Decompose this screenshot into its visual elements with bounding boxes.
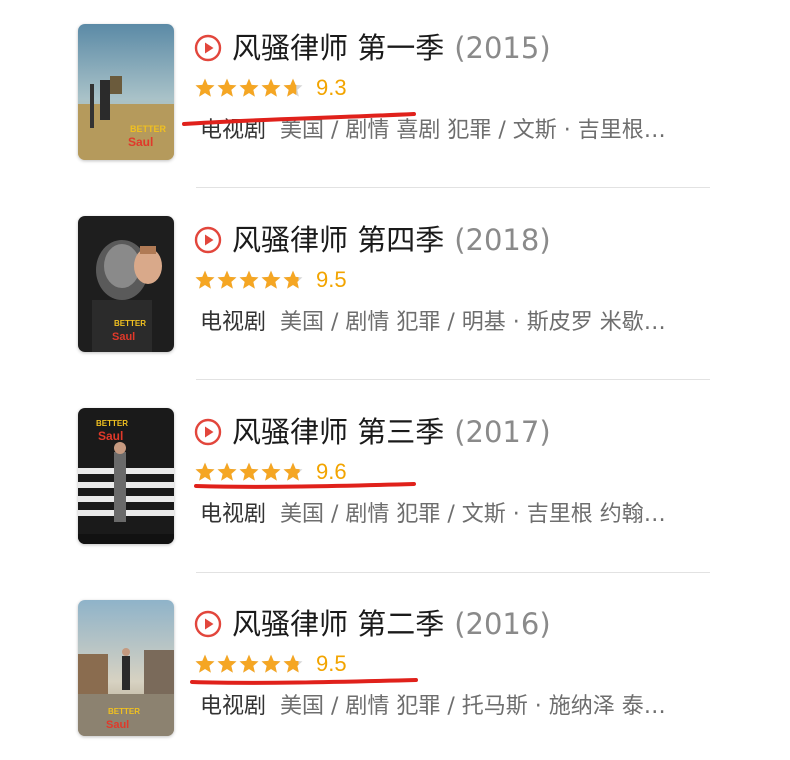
svg-text:Saul: Saul — [98, 429, 123, 443]
item-meta: 电视剧 美国 / 剧情 喜剧 犯罪 / 文斯 · 吉里根… — [200, 116, 666, 146]
item-type: 电视剧 — [200, 310, 267, 335]
star-icon — [261, 462, 281, 481]
star-icon — [195, 462, 215, 481]
star-rating — [194, 461, 304, 483]
title-year: (2018) — [454, 223, 551, 257]
poster-image[interactable]: BETTER Saul — [78, 216, 174, 352]
title-text[interactable]: 风骚律师 第一季 — [232, 31, 444, 65]
star-icon — [195, 78, 215, 97]
svg-text:Saul: Saul — [128, 135, 153, 149]
star-rating — [194, 653, 304, 675]
play-icon[interactable] — [194, 418, 222, 446]
poster-image[interactable]: BETTER Saul — [78, 24, 174, 160]
star-icon — [239, 270, 259, 289]
item-meta: 电视剧 美国 / 剧情 犯罪 / 文斯 · 吉里根 约翰… — [200, 500, 666, 530]
item-meta: 电视剧 美国 / 剧情 犯罪 / 托马斯 · 施纳泽 泰… — [200, 692, 666, 722]
play-icon[interactable] — [194, 610, 222, 638]
star-rating — [194, 77, 304, 99]
star-icon — [195, 654, 215, 673]
title-year: (2017) — [454, 415, 551, 449]
poster-season4-image: BETTER Saul — [78, 216, 174, 352]
star-icon — [261, 270, 281, 289]
divider — [196, 187, 710, 188]
item-title[interactable]: 风骚律师 第一季 (2015) — [232, 28, 551, 68]
star-icon — [283, 462, 303, 481]
svg-text:BETTER: BETTER — [114, 319, 146, 328]
list-item[interactable]: BETTER Saul 风骚律师 第三季 (2017) 9.6 电视剧 美国 / 剧… — [0, 408, 790, 568]
star-icon — [283, 654, 303, 673]
item-meta: 电视剧 美国 / 剧情 犯罪 / 明基 · 斯皮罗 米歇… — [200, 308, 666, 338]
svg-text:BETTER: BETTER — [130, 124, 167, 134]
title-text[interactable]: 风骚律师 第四季 — [232, 223, 444, 257]
list-item[interactable]: BETTER Saul 风骚律师 第一季 (2015) 9.3 电视剧 美国 / 剧… — [0, 24, 790, 184]
title-text[interactable]: 风骚律师 第二季 — [232, 607, 444, 641]
rating: 9.5 — [194, 264, 347, 296]
rating: 9.5 — [194, 648, 347, 680]
title-text[interactable]: 风骚律师 第三季 — [232, 415, 444, 449]
item-title[interactable]: 风骚律师 第三季 (2017) — [232, 412, 551, 452]
svg-text:Saul: Saul — [112, 331, 135, 343]
title-year: (2015) — [454, 31, 551, 65]
item-type: 电视剧 — [200, 118, 267, 143]
list-item[interactable]: BETTER Saul 风骚律师 第二季 (2016) 9.5 电视剧 美国 / 剧… — [0, 600, 790, 760]
star-icon — [239, 78, 259, 97]
item-type: 电视剧 — [200, 694, 267, 719]
star-icon — [195, 270, 215, 289]
star-icon — [261, 654, 281, 673]
poster-season2-image: BETTER Saul — [78, 600, 174, 736]
item-info: 美国 / 剧情 喜剧 犯罪 / 文斯 · 吉里根… — [280, 118, 666, 143]
rating-score: 9.5 — [316, 267, 347, 292]
item-title[interactable]: 风骚律师 第二季 (2016) — [232, 604, 551, 644]
divider — [196, 379, 710, 380]
star-rating — [194, 269, 304, 291]
star-icon — [283, 78, 303, 97]
poster-season1-image: BETTER Saul — [78, 24, 174, 160]
divider — [196, 572, 710, 573]
star-icon — [239, 462, 259, 481]
star-icon — [283, 270, 303, 289]
rating-score: 9.5 — [316, 651, 347, 676]
star-icon — [261, 78, 281, 97]
rating: 9.6 — [194, 456, 347, 488]
poster-image[interactable]: BETTER Saul — [78, 408, 174, 544]
rating-score: 9.3 — [316, 75, 347, 100]
svg-text:BETTER: BETTER — [96, 419, 128, 428]
poster-image[interactable]: BETTER Saul — [78, 600, 174, 736]
item-title[interactable]: 风骚律师 第四季 (2018) — [232, 220, 551, 260]
item-info: 美国 / 剧情 犯罪 / 托马斯 · 施纳泽 泰… — [280, 694, 666, 719]
star-icon — [217, 270, 237, 289]
title-year: (2016) — [454, 607, 551, 641]
star-icon — [217, 462, 237, 481]
poster-season3-image: BETTER Saul — [78, 408, 174, 544]
play-icon[interactable] — [194, 226, 222, 254]
svg-text:BETTER: BETTER — [108, 707, 140, 716]
star-icon — [239, 654, 259, 673]
rating: 9.3 — [194, 72, 347, 104]
item-info: 美国 / 剧情 犯罪 / 文斯 · 吉里根 约翰… — [280, 502, 666, 527]
star-icon — [217, 654, 237, 673]
rating-score: 9.6 — [316, 459, 347, 484]
item-type: 电视剧 — [200, 502, 267, 527]
list-item[interactable]: BETTER Saul 风骚律师 第四季 (2018) 9.5 电视剧 美国 / 剧… — [0, 216, 790, 376]
svg-text:Saul: Saul — [106, 719, 129, 731]
star-icon — [217, 78, 237, 97]
item-info: 美国 / 剧情 犯罪 / 明基 · 斯皮罗 米歇… — [280, 310, 666, 335]
play-icon[interactable] — [194, 34, 222, 62]
